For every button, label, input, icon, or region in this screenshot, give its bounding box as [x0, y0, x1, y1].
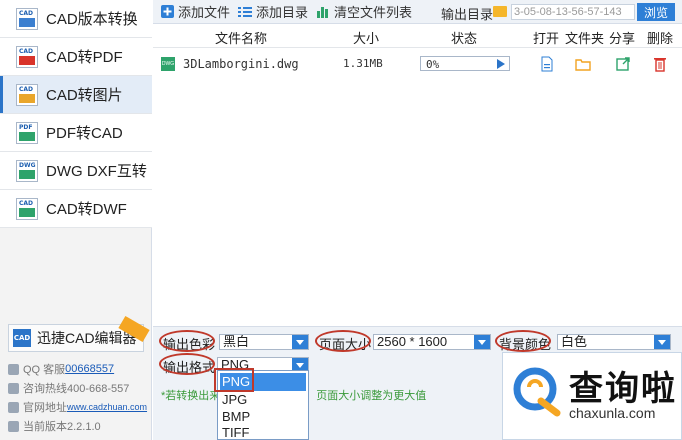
clear-list-label: 清空文件列表	[334, 5, 413, 20]
website-label: 官网地址	[23, 402, 67, 414]
watermark-url: chaxunla.com	[569, 405, 656, 421]
sidebar-item-dwg-dxf[interactable]: DWG DWG DXF互转	[0, 152, 152, 190]
file-name: 3DLamborgini.dwg	[183, 57, 299, 71]
add-file-label: 添加文件	[178, 5, 231, 20]
header-folder: 文件夹	[565, 31, 605, 46]
sidebar-item-label: CAD转PDF	[46, 49, 123, 66]
cad-to-dwf-icon: CAD	[16, 197, 38, 220]
website-info: 官网地址 www.cadzhuan.com	[8, 398, 152, 416]
highlight-circle	[315, 330, 371, 352]
sidebar-item-label: CAD转图片	[46, 87, 123, 104]
sidebar-item-label: CAD转DWF	[46, 201, 127, 218]
browse-button[interactable]: 浏览	[637, 3, 675, 21]
header-delete: 删除	[647, 31, 674, 46]
active-indicator	[0, 76, 3, 113]
website-link[interactable]: www.cadzhuan.com	[67, 402, 147, 412]
file-size: 1.31MB	[343, 57, 383, 70]
plus-icon	[161, 5, 174, 18]
clear-list-button[interactable]: 清空文件列表	[316, 0, 412, 24]
bg-color-select[interactable]: 白色	[557, 334, 671, 350]
play-icon[interactable]	[497, 59, 505, 69]
clear-list-icon	[317, 7, 329, 18]
header-name: 文件名称	[215, 31, 268, 46]
add-dir-button[interactable]: 添加目录	[238, 0, 308, 24]
sidebar-item-label: DWG DXF互转	[46, 163, 147, 180]
header-status: 状态	[451, 31, 478, 46]
note-end: 页面大小调整为更大值	[316, 390, 427, 402]
highlight-circle	[159, 353, 215, 375]
version-icon	[8, 420, 19, 432]
qq-label: QQ 客服	[23, 364, 66, 376]
highlight-circle	[159, 330, 215, 352]
toolbar: 添加文件 添加目录 清空文件列表 输出目录 3-05-08-13-56-57-1…	[153, 0, 682, 24]
format-option-tiff[interactable]: TIFF	[220, 424, 306, 440]
note-start: *若转换出来	[161, 390, 221, 402]
progress-bar: 0%	[420, 56, 510, 71]
cad-to-pdf-icon: CAD	[16, 45, 38, 68]
header-size: 大小	[353, 31, 380, 46]
output-dir-label: 输出目录	[441, 7, 494, 22]
sidebar-item-cad-to-dwf[interactable]: CAD CAD转DWF	[0, 190, 152, 228]
watermark-text: 查询啦	[569, 370, 677, 408]
chevron-down-icon	[654, 335, 670, 349]
color-select-value: 黑白	[223, 334, 250, 349]
qq-icon	[8, 363, 19, 375]
hotline-info: 咨询热线400-668-557	[8, 379, 152, 397]
folder-icon	[493, 6, 507, 17]
add-dir-label: 添加目录	[256, 5, 309, 20]
qq-info: QQ 客服 00668557	[8, 360, 152, 378]
version-info: 当前版本2.2.1.0	[8, 417, 152, 435]
version-text: 当前版本2.2.1.0	[23, 421, 101, 433]
page-size-select-value: 2560 * 1600	[377, 334, 448, 349]
table-row[interactable]: DWG 3DLamborgini.dwg 1.31MB 0%	[153, 52, 682, 78]
open-file-icon[interactable]	[539, 56, 555, 72]
cad-version-icon: CAD	[16, 7, 38, 30]
magnifier-logo-icon	[513, 367, 561, 417]
qq-number-link[interactable]: 00668557	[65, 363, 114, 375]
chevron-down-icon	[474, 335, 490, 349]
progress-text: 0%	[426, 58, 440, 71]
open-folder-icon[interactable]	[575, 56, 591, 72]
format-option-jpg[interactable]: JPG	[220, 391, 306, 409]
file-table-header: 文件名称 大小 状态 打开 文件夹 分享 删除	[153, 24, 682, 48]
page-size-select[interactable]: 2560 * 1600	[373, 334, 491, 350]
output-path-input[interactable]: 3-05-08-13-56-57-143	[511, 4, 635, 20]
home-icon	[8, 401, 19, 413]
sidebar: CAD CAD版本转换 CAD CAD转PDF CAD CAD转图片 PDF P…	[0, 0, 152, 440]
cad-editor-logo-icon: CAD	[13, 329, 31, 347]
sidebar-item-cad-to-image[interactable]: CAD CAD转图片	[0, 76, 152, 114]
watermark: 查询啦 chaxunla.com	[502, 352, 682, 440]
highlight-circle	[495, 330, 551, 352]
sidebar-item-label: PDF转CAD	[46, 125, 123, 142]
pdf-to-cad-icon: PDF	[16, 121, 38, 144]
delete-icon[interactable]	[652, 56, 668, 72]
chevron-down-icon	[292, 335, 308, 349]
sidebar-item-pdf-to-cad[interactable]: PDF PDF转CAD	[0, 114, 152, 152]
phone-icon	[8, 382, 19, 394]
dwg-file-icon: DWG	[161, 57, 175, 71]
header-share: 分享	[609, 31, 636, 46]
sidebar-item-cad-version[interactable]: CAD CAD版本转换	[0, 0, 152, 38]
add-file-button[interactable]: 添加文件	[161, 0, 230, 24]
header-open: 打开	[533, 31, 560, 46]
highlight-box	[214, 368, 254, 392]
list-icon	[238, 6, 253, 17]
bg-color-select-value: 白色	[561, 334, 588, 349]
cad-to-image-icon: CAD	[16, 83, 38, 106]
share-icon[interactable]	[615, 56, 631, 72]
sidebar-item-label: CAD版本转换	[46, 11, 138, 28]
hotline-text: 咨询热线400-668-557	[23, 383, 130, 395]
dwg-dxf-icon: DWG	[16, 159, 38, 182]
color-select[interactable]: 黑白	[219, 334, 309, 350]
sidebar-item-cad-to-pdf[interactable]: CAD CAD转PDF	[0, 38, 152, 76]
